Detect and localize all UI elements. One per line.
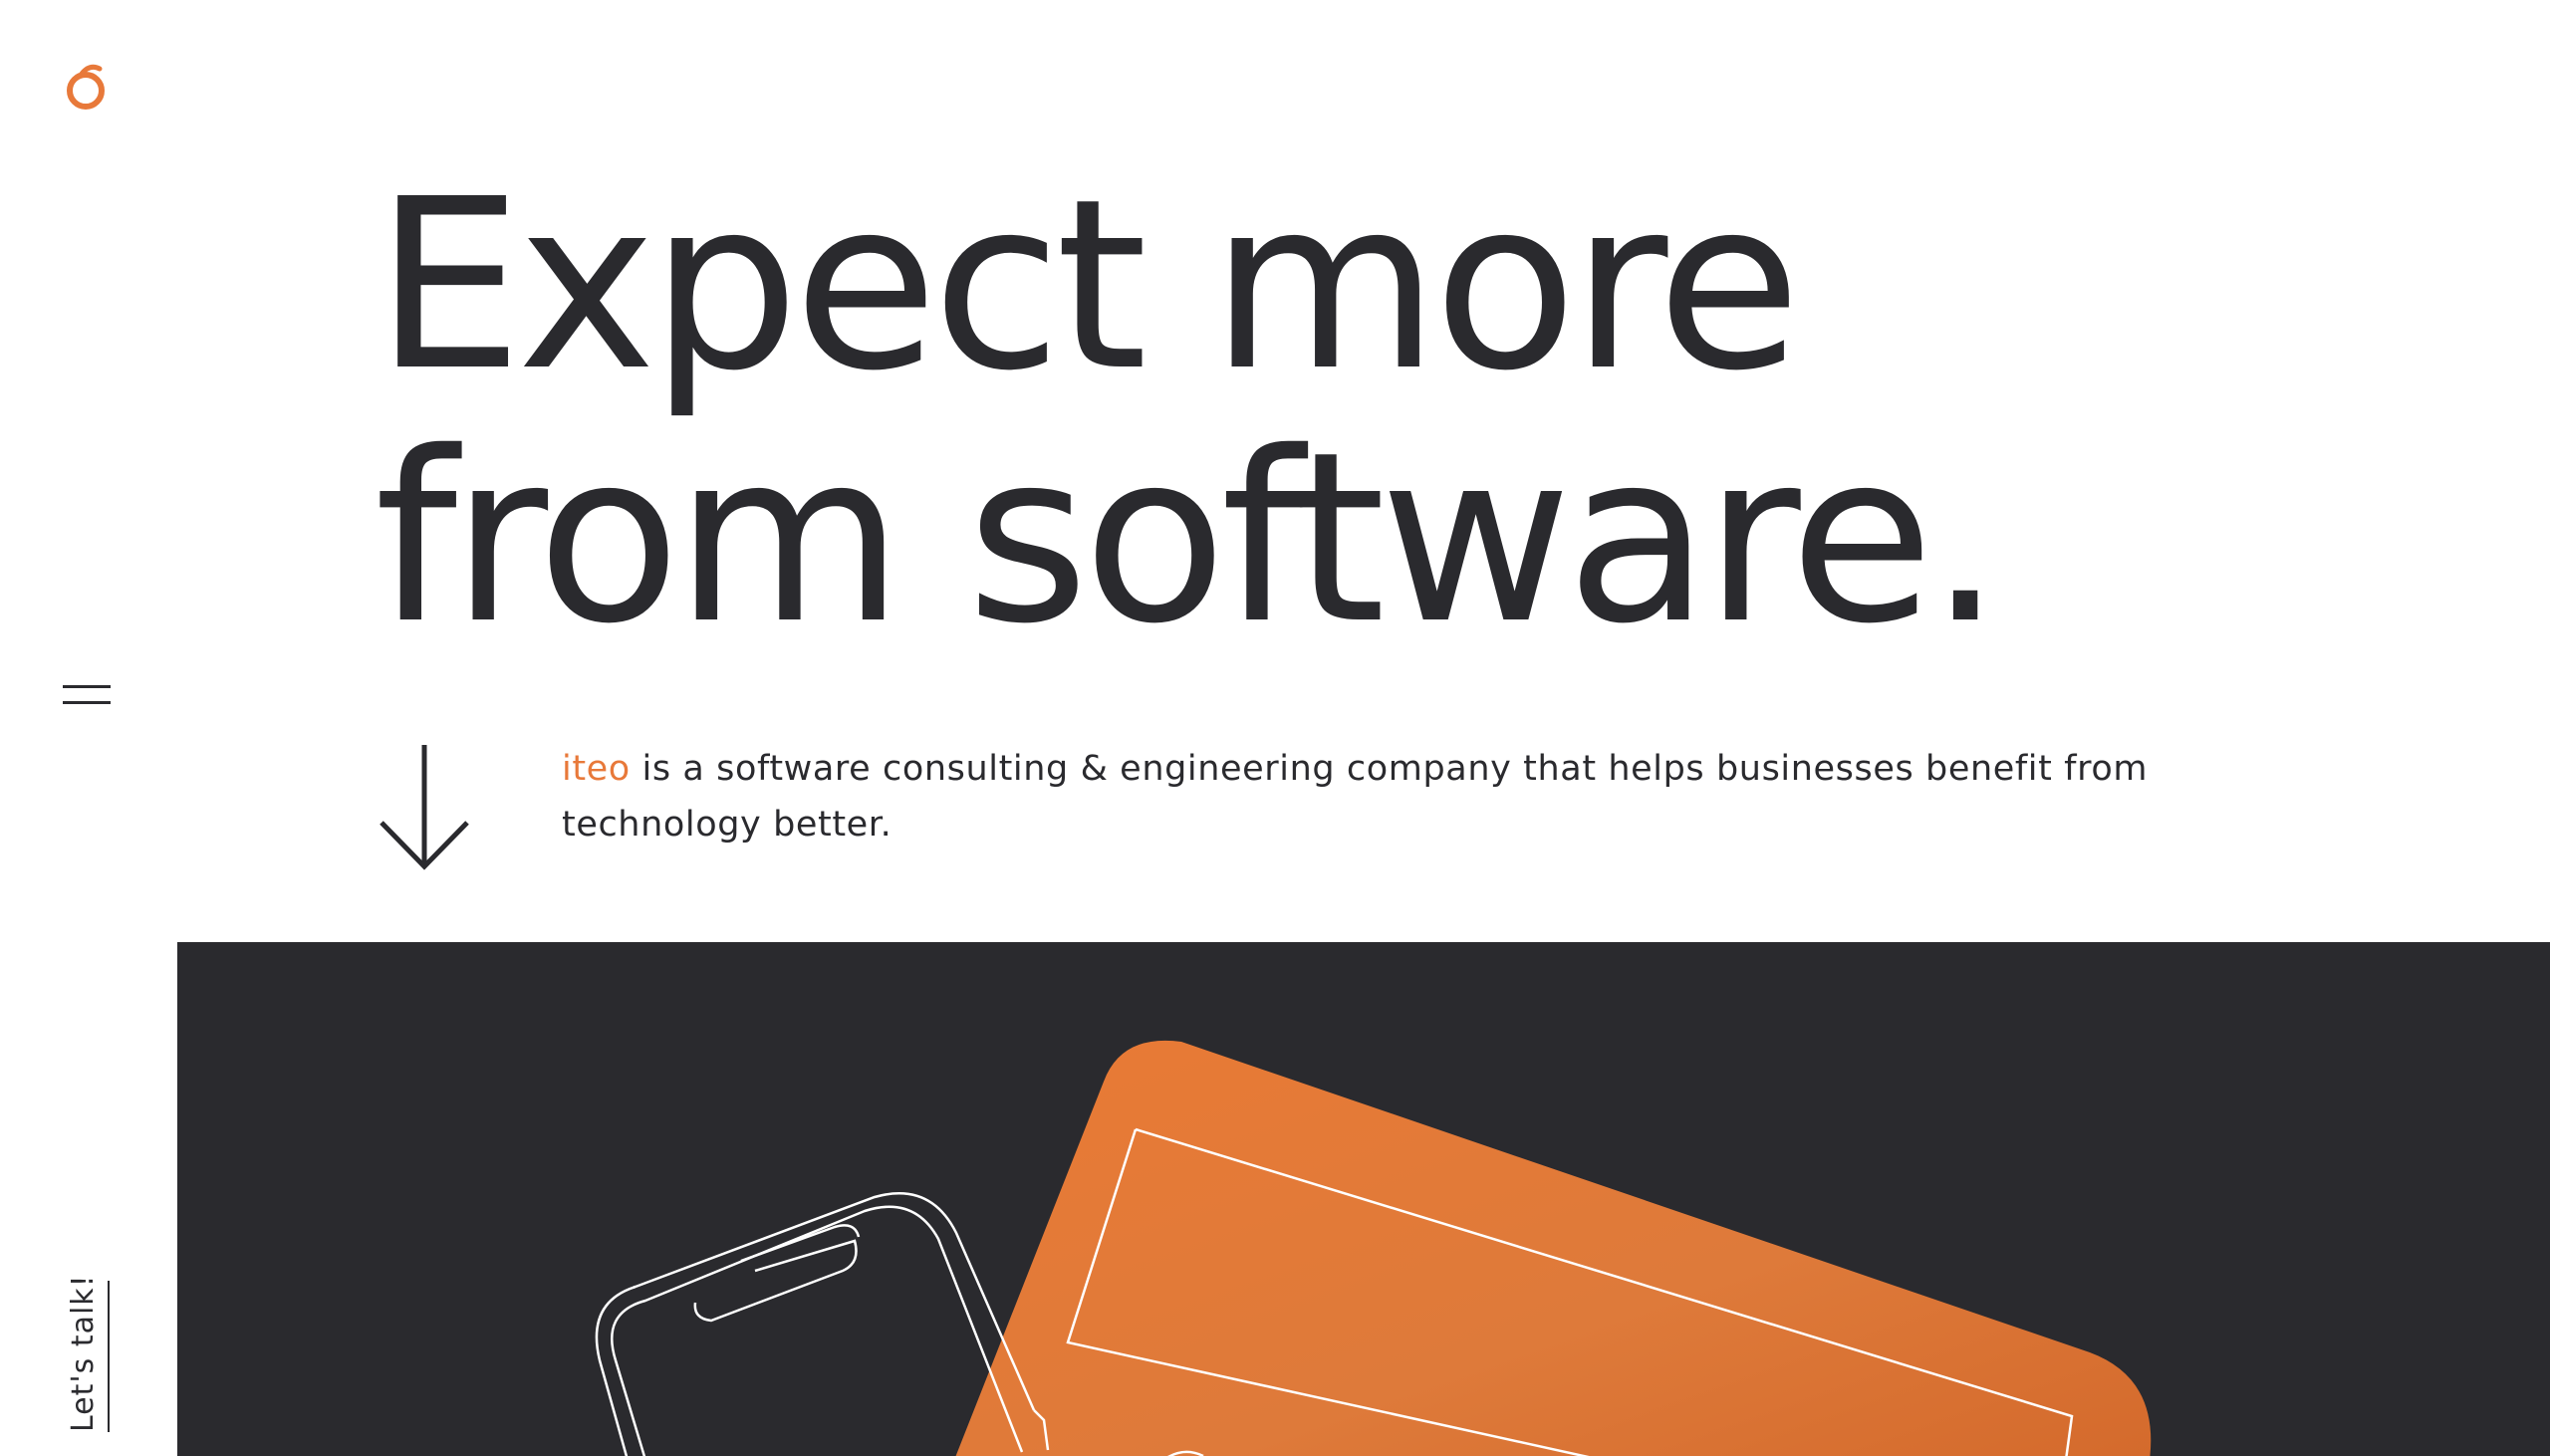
headline-line-2: from software.	[375, 401, 2003, 675]
intro-brand-name: iteo	[562, 749, 631, 789]
intro-text: iteo is a software consulting & engineer…	[562, 741, 2195, 852]
phone-tablet-illustration	[595, 1040, 2152, 1456]
hero-headline: Expect more from software.	[375, 148, 2003, 675]
intro-description: is a software consulting & engineering c…	[562, 749, 2149, 845]
hamburger-menu-icon	[63, 685, 111, 688]
logo-icon[interactable]	[60, 62, 112, 114]
hero-illustration-panel	[177, 942, 2550, 1456]
lets-talk-button[interactable]: Let's talk!	[50, 1274, 110, 1432]
page: Let's talk! Expect more from software. i…	[0, 0, 2550, 1456]
lets-talk-divider	[108, 1281, 110, 1432]
arrow-down-icon[interactable]	[379, 745, 470, 870]
menu-button[interactable]	[60, 681, 114, 711]
tablet-shape	[955, 1040, 2152, 1456]
lets-talk-label: Let's talk!	[66, 1274, 101, 1432]
headline-line-1: Expect more	[375, 148, 1801, 422]
